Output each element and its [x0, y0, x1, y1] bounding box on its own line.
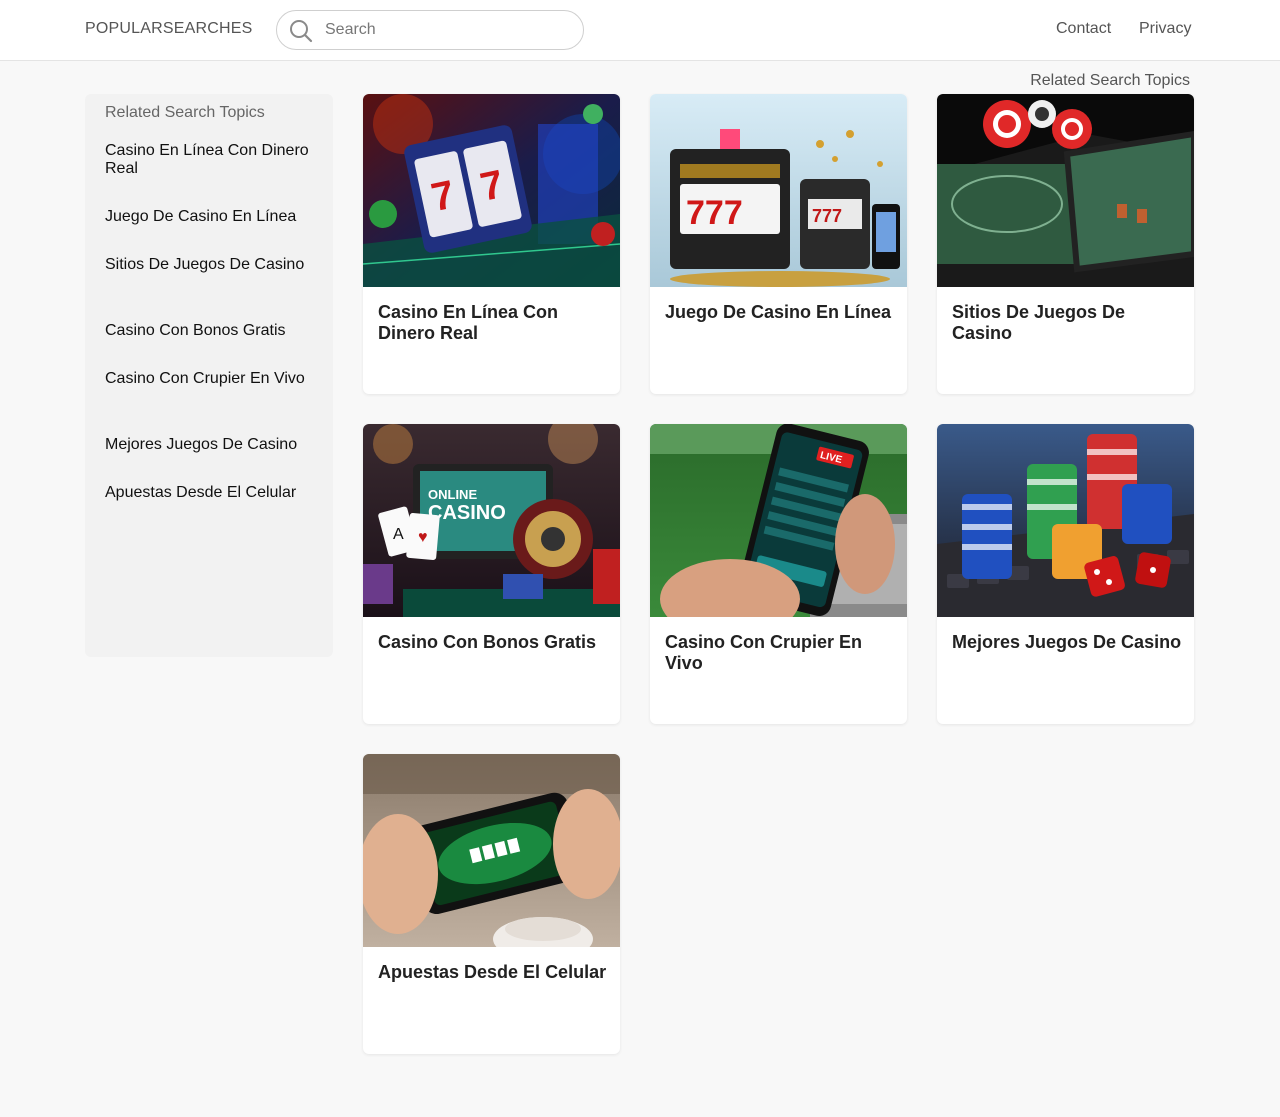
sidebar-item-apuestas-celular[interactable]: Apuestas Desde El Celular [105, 484, 317, 502]
sidebar-title: Related Search Topics [105, 104, 265, 121]
online-casino-laptop-cards-roulette-image: ONLINE CASINO A ♥ [363, 424, 620, 617]
sidebar-item-bonos-gratis[interactable]: Casino Con Bonos Gratis [105, 322, 317, 340]
svg-text:777: 777 [812, 206, 842, 226]
sidebar-item-sitios-de-juegos[interactable]: Sitios De Juegos De Casino [105, 256, 317, 274]
nav-privacy-link[interactable]: Privacy [1139, 20, 1191, 38]
sidebar-item-mejores-juegos[interactable]: Mejores Juegos De Casino [105, 436, 317, 454]
card-title: Casino Con Bonos Gratis [378, 632, 597, 652]
svg-text:A: A [393, 526, 404, 543]
search-icon [290, 20, 313, 43]
poker-chips-dice-keyboard-image [937, 424, 1194, 617]
casino-chips-tablet-table-image [937, 94, 1194, 287]
nav-contact-link[interactable]: Contact [1056, 20, 1111, 38]
search-input[interactable] [325, 17, 565, 43]
svg-text:CASINO: CASINO [428, 502, 506, 524]
related-topics-label: Related Search Topics [1030, 72, 1190, 89]
sidebar-item-casino-en-linea[interactable]: Casino En Línea Con Dinero Real [105, 142, 317, 178]
svg-text:ONLINE: ONLINE [428, 487, 477, 502]
brand-logo[interactable]: POPULARSEARCHES [85, 20, 253, 38]
topic-card[interactable]: ONLINE CASINO A ♥ Casino Con Bonos Grati… [363, 424, 620, 724]
sidebar: Related Search Topics Casino En Línea Co… [85, 94, 333, 657]
card-title: Apuestas Desde El Celular [378, 962, 607, 982]
card-title: Juego De Casino En Línea [665, 302, 892, 322]
topic-card[interactable]: 777 777 Juego De Casino En Línea [650, 94, 907, 394]
svg-text:♥: ♥ [418, 529, 428, 546]
sidebar-item-crupier-en-vivo[interactable]: Casino Con Crupier En Vivo [105, 370, 317, 388]
poker-table-phone-hands-image [363, 754, 620, 947]
card-title: Casino En Línea Con Dinero Real [378, 302, 559, 343]
slot-machine-reels-neon-image: 7 7 [363, 94, 620, 287]
card-title: Mejores Juegos De Casino [952, 632, 1182, 652]
live-betting-phone-hands-image: LIVE [650, 424, 907, 617]
sidebar-item-juego-de-casino[interactable]: Juego De Casino En Línea [105, 208, 317, 226]
777-slot-machines-devices-image: 777 777 [650, 94, 907, 287]
topic-card[interactable]: Apuestas Desde El Celular [363, 754, 620, 1054]
svg-text:777: 777 [686, 194, 743, 232]
topic-card[interactable]: LIVE Casino Con Crupier En Vivo [650, 424, 907, 724]
topic-card[interactable]: 7 7 Casino En Línea Con Dinero Real [363, 94, 620, 394]
card-title: Casino Con Crupier En Vivo [665, 632, 863, 673]
topic-card[interactable]: Sitios De Juegos De Casino [937, 94, 1194, 394]
search-box[interactable] [276, 10, 584, 50]
top-header: POPULARSEARCHES Contact Privacy [0, 0, 1280, 61]
card-title: Sitios De Juegos De Casino [952, 302, 1126, 343]
topic-card[interactable]: Mejores Juegos De Casino [937, 424, 1194, 724]
